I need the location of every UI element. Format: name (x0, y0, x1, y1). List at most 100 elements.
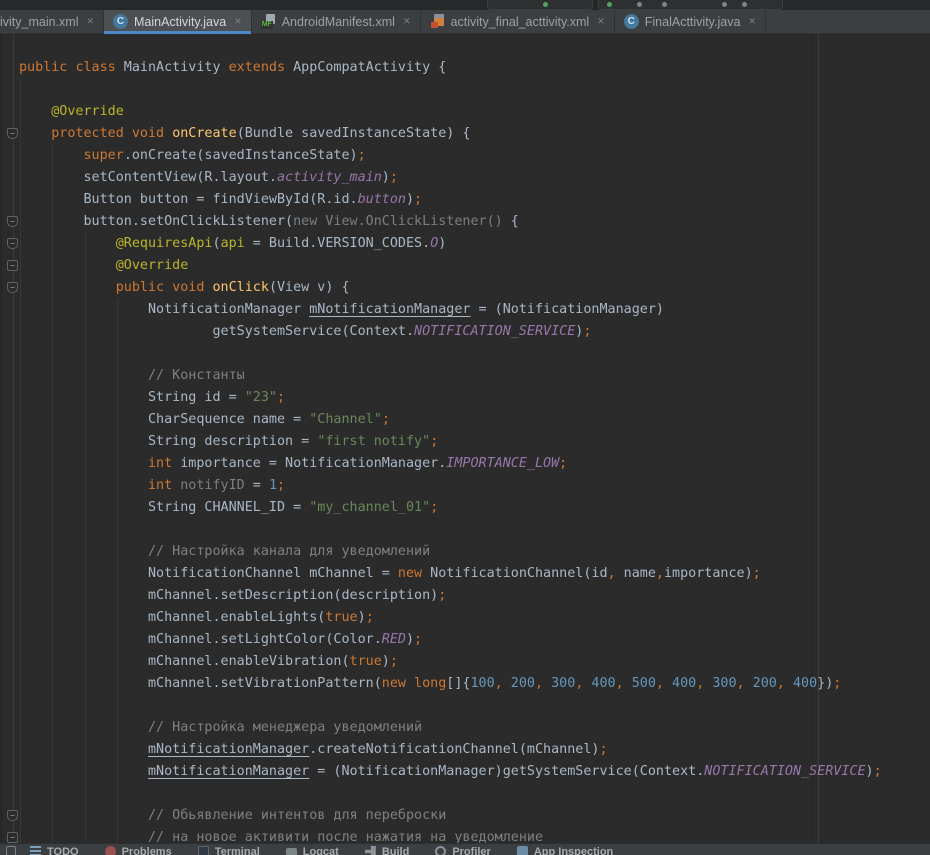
code-token: class (75, 60, 115, 75)
code-line[interactable]: public void onClick(View v) { (19, 277, 930, 299)
code-line[interactable]: protected void onCreate(Bundle savedInst… (19, 123, 930, 145)
tab-label: AndroidManifest.xml (282, 15, 395, 29)
layout-xml-file-icon (430, 14, 445, 29)
code-line[interactable]: int notifyID = 1; (19, 475, 930, 497)
tool-window-bar: TODO Problems Terminal Logcat Build Profiler A… (30, 846, 613, 855)
tab-androidmanifest-xml[interactable]: AndroidManifest.xml ✕ (252, 10, 421, 33)
close-tab-icon[interactable]: ✕ (403, 16, 411, 27)
fold-marker-icon[interactable] (7, 282, 18, 293)
tab-activity-final-acttivity-xml[interactable]: activity_final_acttivity.xml ✕ (421, 10, 615, 33)
code-line[interactable]: mChannel.enableVibration(true); (19, 651, 930, 673)
fold-marker-icon[interactable] (7, 260, 18, 271)
code-line[interactable]: String CHANNEL_ID = "my_channel_01"; (19, 497, 930, 519)
code-line[interactable]: NotificationManager mNotificationManager… (19, 299, 930, 321)
code-line[interactable] (19, 783, 930, 805)
code-token: ; (438, 588, 446, 603)
code-token: NOTIFICATION_SERVICE (414, 324, 575, 339)
code-line[interactable] (19, 519, 930, 541)
code-token: NotificationChannel(id (422, 566, 607, 581)
tool-window-toggle-icon[interactable] (6, 846, 16, 855)
code-line[interactable]: mChannel.setVibrationPattern(new long[]{… (19, 673, 930, 695)
code-token: int (148, 478, 172, 493)
code-line[interactable]: NotificationChannel mChannel = new Notif… (19, 563, 930, 585)
statusbar-item-label: Build (382, 846, 410, 855)
fold-marker-icon[interactable] (7, 238, 18, 249)
close-tab-icon[interactable]: ✕ (748, 16, 756, 27)
indent (19, 368, 148, 383)
code-token: (View v) { (269, 280, 350, 295)
code-token: api (221, 236, 245, 251)
code-line[interactable]: super.onCreate(savedInstanceState); (19, 145, 930, 167)
code-line[interactable]: mChannel.enableLights(true); (19, 607, 930, 629)
toolbar-icon (662, 2, 667, 7)
code-line[interactable]: @Override (19, 255, 930, 277)
code-token: ( (213, 236, 221, 251)
code-token: importance) (664, 566, 753, 581)
code-line[interactable]: CharSequence name = "Channel"; (19, 409, 930, 431)
tab-mainactivity-java[interactable]: MainActivity.java✕ (104, 10, 252, 33)
code-token: ; (599, 742, 607, 757)
code-line[interactable]: Button button = findViewById(R.id.button… (19, 189, 930, 211)
indent (19, 148, 84, 163)
code-token: ; (414, 632, 422, 647)
tab-label: ivity_main.xml (0, 15, 79, 29)
statusbar-item-todo[interactable]: TODO (30, 846, 79, 855)
close-tab-icon[interactable]: ✕ (87, 16, 95, 27)
statusbar-item-build[interactable]: Build (365, 846, 410, 855)
code-line[interactable]: String description = "first notify"; (19, 431, 930, 453)
code-token: "my_channel_01" (309, 500, 430, 515)
code-line[interactable]: // Настройка канала для уведомлений (19, 541, 930, 563)
code-line[interactable]: // на новое активити после нажатия на ув… (19, 827, 930, 843)
statusbar-item-problems[interactable]: Problems (105, 846, 172, 855)
code-token: , (608, 566, 616, 581)
fold-marker-icon[interactable] (7, 128, 18, 139)
code-line[interactable]: button.setOnClickListener(new View.OnCli… (19, 211, 930, 233)
code-line[interactable]: mNotificationManager = (NotificationMana… (19, 761, 930, 783)
tab-finalacttivity-java[interactable]: FinalActtivity.java✕ (615, 10, 766, 33)
tab-ivity-main-xml[interactable]: ivity_main.xml ✕ (0, 10, 104, 33)
code-line[interactable]: getSystemService(Context.NOTIFICATION_SE… (19, 321, 930, 343)
code-token: mChannel.setDescription(description) (148, 588, 438, 603)
code-line[interactable]: @RequiresApi(api = Build.VERSION_CODES.O… (19, 233, 930, 255)
statusbar-item-label: TODO (47, 846, 79, 855)
code-token: 200 (511, 676, 535, 691)
code-area[interactable]: public class MainActivity extends AppCom… (0, 57, 930, 843)
code-line[interactable]: @Override (19, 101, 930, 123)
problems-icon (105, 846, 116, 855)
tab-label: activity_final_acttivity.xml (451, 15, 590, 29)
statusbar-item-terminal[interactable]: Terminal (198, 846, 260, 855)
code-line[interactable]: mChannel.setDescription(description); (19, 585, 930, 607)
fold-marker-icon[interactable] (7, 810, 18, 821)
fold-marker-icon[interactable] (7, 216, 18, 227)
code-line[interactable]: mChannel.setLightColor(Color.RED); (19, 629, 930, 651)
code-line[interactable]: mNotificationManager.createNotificationC… (19, 739, 930, 761)
code-token: setContentView(R.layout. (84, 170, 277, 185)
close-tab-icon[interactable]: ✕ (597, 16, 605, 27)
statusbar-item-app-inspection[interactable]: App Inspection (517, 846, 613, 855)
code-line[interactable]: // Настройка менеджера уведомлений (19, 717, 930, 739)
fold-marker-icon[interactable] (7, 832, 18, 843)
code-token: ; (390, 170, 398, 185)
code-token (543, 676, 551, 691)
code-token: 500 (632, 676, 656, 691)
status-bar: TODO Problems Terminal Logcat Build Profiler A… (0, 843, 930, 855)
code-token: ; (753, 566, 761, 581)
code-line[interactable] (19, 343, 930, 365)
code-line[interactable]: String id = "23"; (19, 387, 930, 409)
code-line[interactable] (19, 695, 930, 717)
statusbar-item-profiler[interactable]: Profiler (435, 846, 491, 855)
close-tab-icon[interactable]: ✕ (234, 16, 242, 27)
code-token: @RequiresApi (116, 236, 213, 251)
code-editor[interactable]: public class MainActivity extends AppCom… (0, 34, 930, 843)
statusbar-item-logcat[interactable]: Logcat (286, 846, 339, 855)
code-token: 1 (269, 478, 277, 493)
code-line[interactable] (19, 79, 930, 101)
code-line[interactable]: // Константы (19, 365, 930, 387)
code-line[interactable]: setContentView(R.layout.activity_main); (19, 167, 930, 189)
code-line[interactable]: // Обьявление интентов для переброски (19, 805, 930, 827)
code-line[interactable]: int importance = NotificationManager.IMP… (19, 453, 930, 475)
code-line[interactable]: public class MainActivity extends AppCom… (19, 57, 930, 79)
java-class-icon (113, 14, 128, 29)
indent (19, 324, 212, 339)
code-token: public (19, 60, 67, 75)
